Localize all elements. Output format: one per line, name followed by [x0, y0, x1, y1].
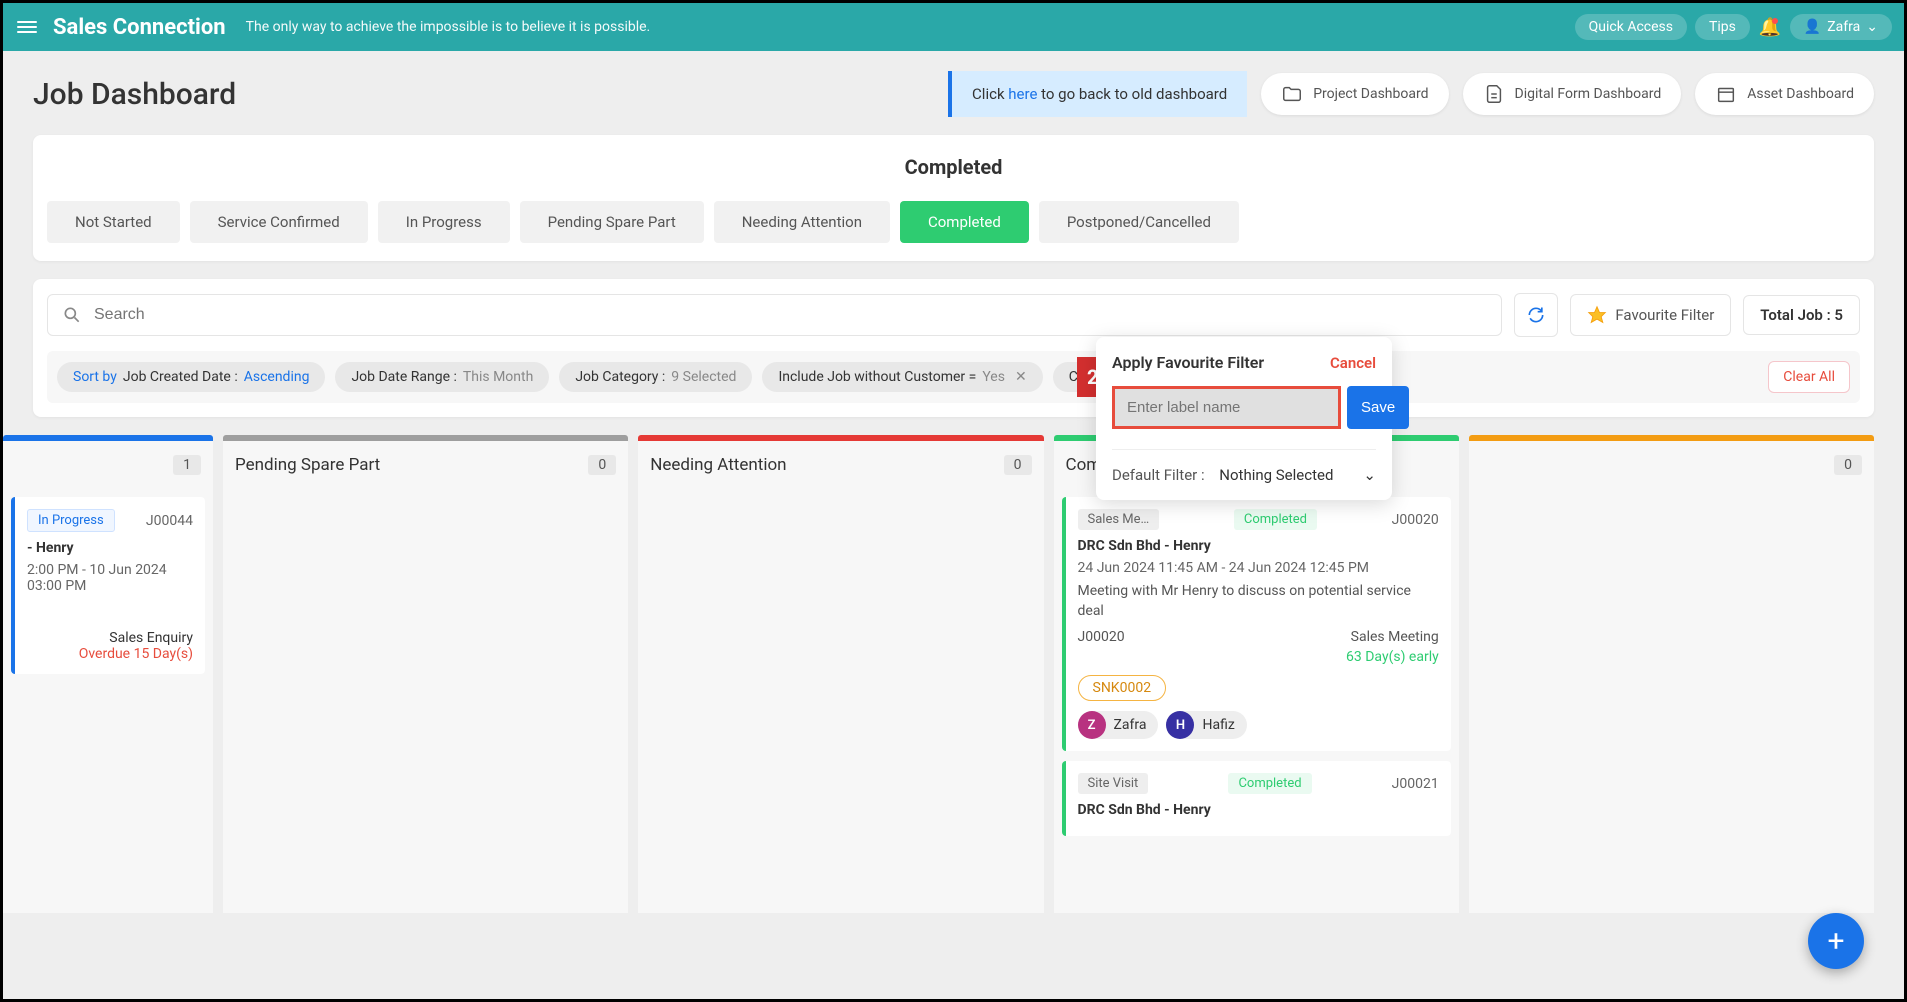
- quick-access-button[interactable]: Quick Access: [1575, 14, 1687, 40]
- sort-chip[interactable]: Sort by Job Created Date : Ascending: [57, 362, 325, 392]
- user-menu[interactable]: 👤 Zafra ⌄: [1790, 14, 1892, 40]
- column-count: 0: [588, 455, 616, 475]
- user-name: Zafra: [1827, 19, 1860, 35]
- job-card[interactable]: Sales Me… Completed J00020 DRC Sdn Bhd -…: [1062, 497, 1451, 751]
- default-filter-select[interactable]: Default Filter : Nothing Selected ⌄: [1112, 449, 1376, 484]
- early-label: 63 Day(s) early: [1078, 649, 1439, 665]
- refresh-button[interactable]: [1514, 293, 1558, 337]
- star-icon: [1587, 305, 1607, 325]
- box-icon: [1715, 83, 1737, 105]
- notification-icon[interactable]: 🔔: [1758, 15, 1782, 39]
- search-icon: [62, 305, 82, 325]
- plus-icon: +: [1827, 924, 1844, 959]
- cancel-button[interactable]: Cancel: [1330, 354, 1376, 372]
- old-dashboard-link[interactable]: here: [1008, 85, 1037, 103]
- document-icon: [1483, 83, 1505, 105]
- tab-not-started[interactable]: Not Started: [47, 201, 180, 243]
- tagline: The only way to achieve the impossible i…: [246, 19, 651, 35]
- status-badge: In Progress: [27, 509, 115, 532]
- category-chip[interactable]: Job Category : 9 Selected: [559, 362, 752, 392]
- page-title: Job Dashboard: [33, 77, 236, 112]
- job-id: J00021: [1392, 776, 1439, 792]
- digital-form-dashboard-button[interactable]: Digital Form Dashboard: [1463, 73, 1682, 115]
- total-job-count: Total Job : 5: [1743, 295, 1860, 335]
- category-tag: Site Visit: [1078, 773, 1149, 794]
- topbar: Sales Connection The only way to achieve…: [3, 3, 1904, 51]
- job-id: J00020: [1392, 512, 1439, 528]
- favourite-filter-button[interactable]: Favourite Filter: [1570, 294, 1731, 336]
- brand: Sales Connection: [53, 15, 226, 40]
- avatar: H Hafiz: [1166, 711, 1246, 739]
- avatar: Z Zafra: [1078, 711, 1159, 739]
- search-input[interactable]: [94, 306, 1487, 324]
- snk-chip: SNK0002: [1078, 675, 1167, 701]
- filter-row: Sort by Job Created Date : Ascending Job…: [47, 351, 1860, 403]
- clear-all-button[interactable]: Clear All: [1768, 361, 1850, 393]
- search-box[interactable]: [47, 294, 1502, 336]
- user-icon: 👤: [1804, 19, 1821, 35]
- chevron-down-icon: ⌄: [1363, 466, 1376, 484]
- category-tag: Sales Me…: [1078, 509, 1160, 530]
- refresh-icon: [1526, 305, 1546, 325]
- tips-button[interactable]: Tips: [1695, 14, 1750, 40]
- add-button[interactable]: +: [1808, 913, 1864, 969]
- kanban-board: 1 In Progress J00044 - Henry 2:00 PM - 1…: [33, 435, 1874, 915]
- column-count: 1: [173, 455, 201, 475]
- tab-needing-attention[interactable]: Needing Attention: [714, 201, 890, 243]
- save-button[interactable]: Save: [1347, 386, 1409, 429]
- column-needing-attention: Needing Attention 0: [638, 435, 1043, 915]
- chevron-down-icon: ⌄: [1866, 19, 1878, 35]
- include-no-customer-chip[interactable]: Include Job without Customer = Yes ✕: [762, 362, 1042, 392]
- menu-icon[interactable]: [15, 15, 39, 39]
- search-card: Favourite Filter Total Job : 5 Sort by J…: [33, 279, 1874, 417]
- job-id: J00044: [146, 513, 193, 529]
- column-postponed-cancelled: 0: [1469, 435, 1874, 915]
- folder-icon: [1281, 83, 1303, 105]
- tab-in-progress[interactable]: In Progress: [378, 201, 510, 243]
- column-count: 0: [1834, 455, 1862, 475]
- status-badge: Completed: [1234, 509, 1317, 530]
- job-card[interactable]: In Progress J00044 - Henry 2:00 PM - 10 …: [11, 497, 205, 674]
- date-range-chip[interactable]: Job Date Range : This Month: [335, 362, 549, 392]
- asset-dashboard-button[interactable]: Asset Dashboard: [1695, 73, 1874, 115]
- tab-service-confirmed[interactable]: Service Confirmed: [190, 201, 368, 243]
- column-in-progress: 1 In Progress J00044 - Henry 2:00 PM - 1…: [3, 435, 213, 915]
- status-badge: Completed: [1228, 773, 1311, 794]
- tab-completed[interactable]: Completed: [900, 201, 1029, 243]
- tabs-card: Completed Not Started Service Confirmed …: [33, 135, 1874, 261]
- label-name-input[interactable]: [1112, 386, 1341, 429]
- tab-pending-spare-part[interactable]: Pending Spare Part: [520, 201, 704, 243]
- old-dashboard-banner: Click here to go back to old dashboard: [948, 71, 1247, 117]
- favourite-filter-popup: Apply Favourite Filter Cancel Save Defau…: [1096, 337, 1392, 500]
- tabs-title: Completed: [47, 155, 1860, 179]
- close-icon[interactable]: ✕: [1015, 369, 1027, 385]
- overdue-label: Overdue 15 Day(s): [27, 646, 193, 662]
- page-header: Job Dashboard Click here to go back to o…: [33, 71, 1874, 117]
- job-card[interactable]: Site Visit Completed J00021 DRC Sdn Bhd …: [1062, 761, 1451, 836]
- column-pending-spare-part: Pending Spare Part 0: [223, 435, 628, 915]
- column-count: 0: [1004, 455, 1032, 475]
- project-dashboard-button[interactable]: Project Dashboard: [1261, 73, 1448, 115]
- column-completed: Completed 0 Sales Me… Completed J00020 D…: [1054, 435, 1459, 915]
- tab-postponed-cancelled[interactable]: Postponed/Cancelled: [1039, 201, 1239, 243]
- popup-title: Apply Favourite Filter: [1112, 353, 1264, 372]
